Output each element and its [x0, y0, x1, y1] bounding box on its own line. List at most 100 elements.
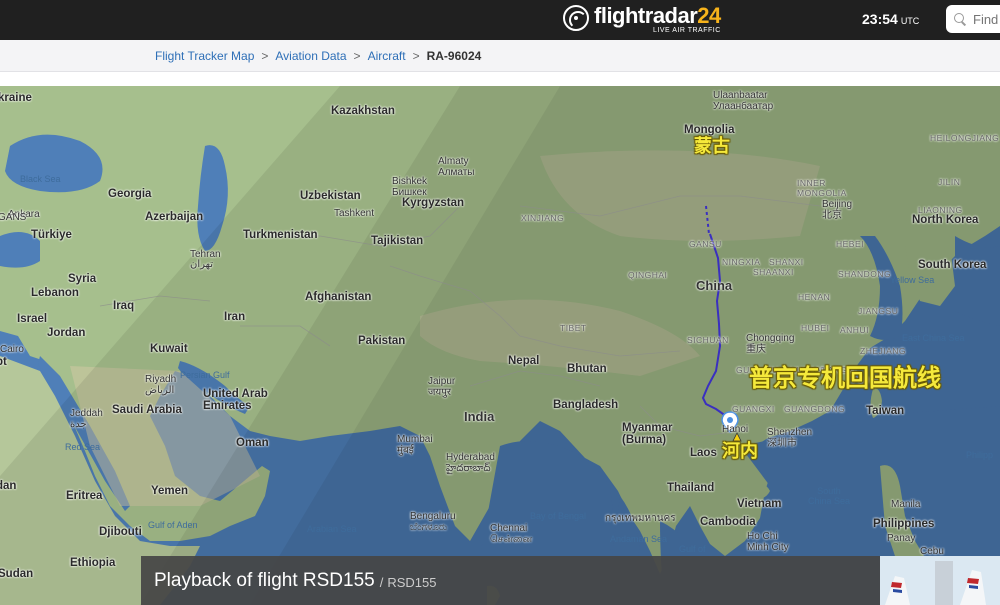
label-anhui: ANHUI — [840, 325, 869, 335]
label-jeddah: Jeddah جدة — [70, 408, 103, 430]
flightradar24-logo[interactable]: flightradar24 LIVE AIR TRAFFIC — [563, 3, 721, 37]
label-tehran: Tehran تهران — [190, 249, 221, 270]
logo-wordmark: flightradar24 — [594, 3, 721, 29]
label-dan: dan — [0, 480, 17, 492]
label-qinghai: QINGHAI — [628, 270, 668, 280]
label-guangdong: GUANGDONG — [784, 404, 846, 414]
label-hubei: HUBEI — [801, 323, 830, 333]
label-ulaanbaatar: Ulaanbaatar Улаанбаатар — [713, 90, 773, 112]
breadcrumb-separator: > — [353, 49, 361, 63]
aircraft-photo[interactable] — [880, 556, 1000, 605]
label-jaipur: Jaipur जयपुर — [428, 376, 456, 398]
breadcrumb-separator: > — [261, 49, 269, 63]
label-heilongjiang: HEILONGJIANG — [930, 133, 1000, 143]
search-icon — [954, 12, 967, 26]
label-georgia: Georgia — [108, 188, 152, 200]
breadcrumb-aviation-data[interactable]: Aviation Data — [275, 49, 346, 63]
annotation-hanoi-zh: 河内 — [722, 441, 758, 461]
label-arabian-sea: Arabian Sea — [307, 524, 357, 534]
label-djibouti: Djibouti — [99, 526, 142, 538]
label-ukraine: kraine — [0, 92, 32, 104]
flight-route-dashed — [705, 205, 710, 235]
label-bengaluru: Bengaluru ಬೆಂಗಳೂರು — [410, 511, 456, 533]
label-tashkent: Tashkent — [334, 208, 375, 219]
label-azerbaijan: Azerbaijan — [145, 211, 204, 223]
label-gulf-of-aden: Gulf of Aden — [148, 520, 198, 530]
label-cairo: Cairo — [0, 344, 24, 355]
clock-zone: UTC — [900, 16, 920, 26]
label-mumbai: Mumbai मुंबई — [397, 434, 433, 456]
breadcrumb: Flight Tracker Map > Aviation Data > Air… — [155, 49, 481, 63]
breadcrumb-separator: > — [412, 49, 420, 63]
annotation-route-title-zh: 普京专机回国航线 — [749, 365, 941, 392]
label-south-korea: South Korea — [918, 259, 987, 271]
label-egypt-partial: pt — [0, 356, 7, 368]
aircraft-photo-image — [880, 556, 1000, 605]
label-guangxi: GUANGXI — [732, 404, 775, 414]
label-turkmenistan: Turkmenistan — [243, 229, 318, 241]
label-mongolia: Mongolia — [684, 124, 735, 136]
label-bishkek: Bishkek Бишкек — [392, 176, 428, 198]
label-taiwan: Taiwan — [866, 405, 905, 417]
label-beijing: Beijing 北京 — [822, 199, 853, 221]
label-hyderabad: Hyderabad హైదరాబాద్ — [446, 452, 495, 474]
label-eritrea: Eritrea — [66, 490, 103, 502]
label-uzbekistan: Uzbekistan — [300, 190, 361, 202]
logo-number: 24 — [697, 3, 721, 28]
label-tajikistan: Tajikistan — [371, 235, 424, 247]
label-kyrgyzstan: Kyrgyzstan — [402, 197, 464, 209]
label-chennai: Chennai சென்னை — [490, 523, 533, 545]
utc-clock: 23:54 UTC — [862, 11, 919, 27]
search-box[interactable] — [946, 5, 1000, 33]
label-south-china-sea: South China Sea — [808, 486, 851, 506]
logo-text-group: flightradar24 LIVE AIR TRAFFIC — [594, 3, 721, 34]
label-thailand: Thailand — [667, 482, 715, 494]
label-henan: HENAN — [798, 292, 831, 302]
label-inner-mongolia: INNER MONGOLIA — [797, 178, 847, 198]
annotation-mongolia-zh: 蒙古 — [694, 136, 730, 156]
label-bhutan: Bhutan — [567, 363, 607, 375]
label-shenzhen: Shenzhen 深圳市 — [767, 427, 813, 449]
label-sudan: Sudan — [0, 568, 34, 580]
breadcrumb-flight-tracker-map[interactable]: Flight Tracker Map — [155, 49, 254, 63]
label-bay-of-bengal: Bay of Bengal — [530, 511, 587, 521]
label-panay: Panay — [887, 533, 916, 544]
label-kuwait: Kuwait — [150, 343, 188, 355]
label-india: India — [464, 409, 495, 424]
playback-bar: Playback of flight RSD155 / RSD155 — [141, 556, 880, 605]
label-gulf-of: Gulf of — [679, 544, 706, 554]
label-gansu: GANSU — [689, 239, 722, 249]
label-chongqing: Chongqing 重庆 — [746, 333, 795, 355]
logo-tagline: LIVE AIR TRAFFIC — [653, 27, 721, 34]
flight-map[interactable]: kraine Kazakhstan Ulaanbaatar Улаанбаата… — [0, 86, 1000, 605]
label-bangladesh: Bangladesh — [553, 399, 619, 411]
label-tibet: TIBET — [560, 323, 587, 333]
label-saudi-arabia: Saudi Arabia — [112, 404, 182, 416]
label-red-sea: Red Sea — [65, 442, 101, 452]
label-hanoi: Hanoi — [722, 424, 749, 435]
breadcrumb-aircraft[interactable]: Aircraft — [368, 49, 406, 63]
label-pakistan: Pakistan — [358, 335, 406, 347]
label-philippine-sea: Philipp — [966, 450, 994, 460]
label-kazakhstan: Kazakhstan — [331, 105, 395, 117]
label-black-sea: Black Sea — [20, 174, 61, 184]
label-gans: GANS — [0, 212, 27, 223]
label-almaty: Almaty Алматы — [438, 156, 475, 178]
label-zhejiang: ZHEJIANG — [860, 346, 907, 356]
label-ho-chi-minh: Ho Chi Minh City — [747, 531, 789, 553]
logo-text: flightradar — [594, 3, 698, 28]
label-lebanon: Lebanon — [31, 287, 79, 299]
label-iraq: Iraq — [113, 300, 135, 312]
label-yemen: Yemen — [151, 485, 189, 497]
playback-flight-code: RSD155 — [387, 575, 437, 590]
search-input[interactable] — [973, 11, 1000, 27]
label-syria: Syria — [68, 273, 97, 285]
label-china: China — [696, 278, 733, 293]
breadcrumb-bar: Flight Tracker Map > Aviation Data > Air… — [0, 40, 1000, 72]
label-shaanxi: SHAANXI — [753, 267, 794, 277]
label-manila: Manila — [891, 499, 921, 510]
label-nepal: Nepal — [508, 355, 540, 367]
label-hebei: HEBEI — [836, 239, 865, 249]
label-vietnam: Vietnam — [737, 498, 782, 510]
label-shandong: SHANDONG — [838, 269, 892, 279]
